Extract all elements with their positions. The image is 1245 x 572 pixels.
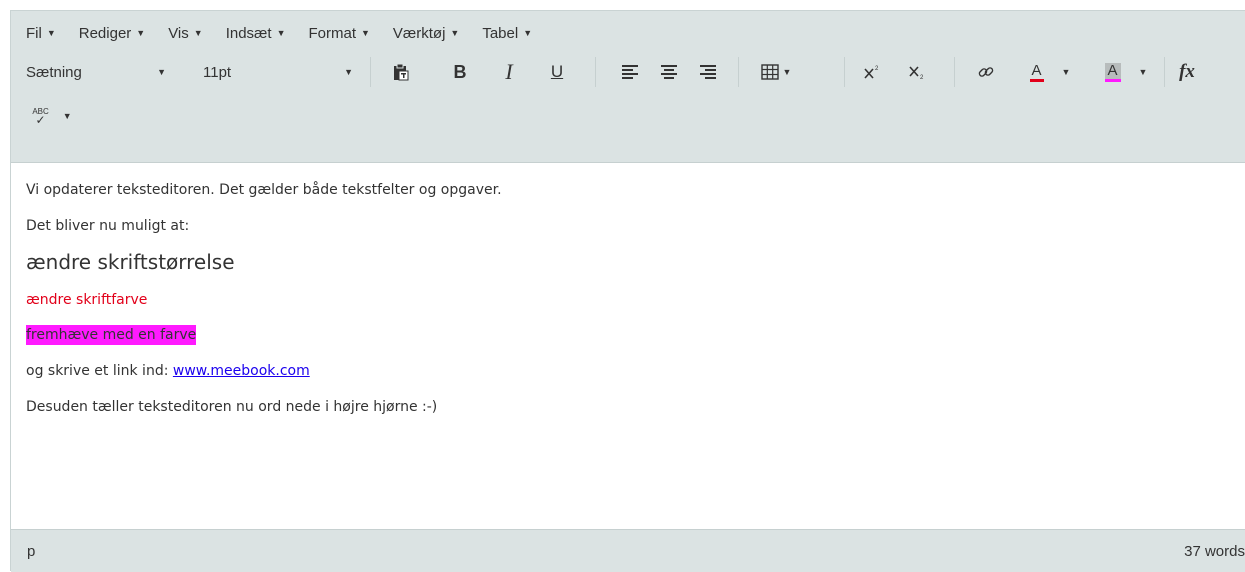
chevron-down-icon: ▼ — [193, 28, 203, 38]
align-center-icon — [661, 65, 677, 79]
toolbar-divider — [1164, 57, 1165, 87]
element-path[interactable]: p — [27, 543, 35, 560]
background-color-icon: A — [1104, 62, 1121, 82]
table-icon — [760, 64, 779, 80]
link-icon — [978, 67, 994, 77]
link-prefix-text: og skrive et link ind: — [26, 363, 173, 379]
chevron-down-icon: ▼ — [62, 111, 72, 121]
menu-indsaet[interactable]: Indsæt ▼ — [226, 25, 286, 42]
highlighted-paragraph: fremhæve med en farve — [26, 324, 1245, 346]
bold-button[interactable]: B — [445, 57, 475, 87]
chevron-down-icon: ▼ — [523, 28, 533, 38]
clear-formatting-icon: fx — [1179, 61, 1195, 82]
table-button[interactable]: ▼ — [751, 57, 801, 87]
paragraph: Det bliver nu muligt at: — [26, 218, 190, 234]
block-format-value: Sætning — [26, 63, 82, 81]
align-right-icon — [700, 65, 716, 79]
colored-text-paragraph: ændre skriftfarve — [26, 292, 148, 308]
chevron-down-icon: ▼ — [450, 28, 460, 38]
chevron-down-icon: ▼ — [1138, 67, 1148, 77]
toolbar-divider — [370, 57, 371, 87]
subscript-button[interactable]: 2 — [904, 57, 930, 87]
menu-rediger[interactable]: Rediger ▼ — [79, 25, 145, 42]
link-paragraph: og skrive et link ind: www.meebook.com — [26, 360, 1245, 382]
chevron-down-icon: ▼ — [361, 28, 370, 38]
background-color-button[interactable]: A ▼ — [1091, 57, 1161, 87]
paragraph: Vi opdaterer teksteditoren. Det gælder b… — [26, 182, 502, 198]
menu-format[interactable]: Format ▼ — [308, 25, 369, 42]
chevron-down-icon: ▼ — [1061, 67, 1071, 77]
statusbar: p 37 words — [11, 529, 1245, 572]
align-left-button[interactable] — [616, 57, 644, 87]
align-right-button[interactable] — [694, 57, 722, 87]
meebook-link[interactable]: www.meebook.com — [173, 363, 310, 379]
italic-button[interactable]: I — [494, 57, 524, 87]
text-color-icon: A — [1029, 62, 1044, 82]
font-size-select[interactable]: 11pt ▼ — [203, 64, 353, 81]
menu-tabel-label: Tabel — [482, 24, 519, 42]
checkmark-icon: ✓ — [35, 113, 46, 127]
svg-text:2: 2 — [920, 75, 924, 80]
toolbar-divider — [844, 57, 845, 87]
menu-vaerktoj-label: Værktøj — [392, 24, 446, 42]
menu-tabel[interactable]: Tabel ▼ — [482, 25, 532, 42]
word-count: 37 words — [1184, 542, 1245, 560]
align-left-icon — [622, 65, 638, 79]
bold-icon: B — [453, 61, 467, 82]
italic-icon: I — [505, 59, 513, 84]
spellcheck-icon: ABC ✓ — [32, 107, 48, 127]
text-color-button[interactable]: A ▼ — [1017, 57, 1083, 87]
spellcheck-button[interactable]: ABC ✓ ▼ — [25, 101, 79, 131]
menu-indsaet-label: Indsæt — [225, 24, 272, 42]
chevron-down-icon: ▼ — [46, 28, 56, 38]
toolbar: Sætning ▼ 11pt ▼ B I U ▼ 2 2 A ▼ A ▼ fx … — [11, 55, 1245, 163]
toolbar-divider — [954, 57, 955, 87]
align-center-button[interactable] — [655, 57, 683, 87]
superscript-icon: 2 — [864, 66, 879, 79]
chevron-down-icon: ▼ — [157, 67, 166, 77]
paste-text-button[interactable] — [385, 57, 417, 87]
menu-rediger-label: Rediger — [78, 24, 132, 42]
clear-formatting-button[interactable]: fx — [1169, 57, 1205, 87]
menu-vis-label: Vis — [168, 24, 189, 42]
chevron-down-icon: ▼ — [344, 67, 353, 77]
menu-fil-label: Fil — [26, 24, 42, 42]
highlighted-text: fremhæve med en farve — [26, 325, 197, 345]
svg-text:2: 2 — [875, 66, 879, 72]
underline-icon: U — [550, 62, 564, 81]
font-size-value: 11pt — [203, 63, 232, 81]
rich-text-editor: Fil ▼ Rediger ▼ Vis ▼ Indsæt ▼ Format ▼ Værkt… — [10, 10, 1245, 572]
toolbar-row-2: ABC ✓ ▼ — [11, 99, 111, 133]
editor-content[interactable]: Vi opdaterer teksteditoren. Det gælder b… — [11, 163, 1245, 529]
underline-button[interactable]: U — [542, 57, 572, 87]
chevron-down-icon: ▼ — [276, 28, 286, 38]
chevron-down-icon: ▼ — [782, 67, 792, 77]
paragraph: Desuden tæller teksteditoren nu ord nede… — [26, 399, 438, 415]
superscript-button[interactable]: 2 — [859, 57, 885, 87]
subscript-icon: 2 — [909, 66, 924, 80]
toolbar-divider — [595, 57, 596, 87]
link-button[interactable] — [971, 57, 1001, 87]
menu-format-label: Format — [308, 24, 356, 42]
menubar: Fil ▼ Rediger ▼ Vis ▼ Indsæt ▼ Format ▼ Værkt… — [11, 11, 1245, 55]
block-format-select[interactable]: Sætning ▼ — [26, 64, 166, 81]
menu-vaerktoj[interactable]: Værktøj ▼ — [393, 25, 459, 42]
chevron-down-icon: ▼ — [136, 28, 146, 38]
toolbar-divider — [738, 57, 739, 87]
menu-vis[interactable]: Vis ▼ — [168, 25, 203, 42]
paste-text-icon — [394, 63, 409, 81]
menu-fil[interactable]: Fil ▼ — [26, 25, 56, 42]
large-text-paragraph: ændre skriftstørrelse — [26, 250, 235, 274]
toolbar-row-1: Sætning ▼ 11pt ▼ B I U ▼ 2 2 A ▼ A ▼ fx — [11, 55, 1245, 89]
